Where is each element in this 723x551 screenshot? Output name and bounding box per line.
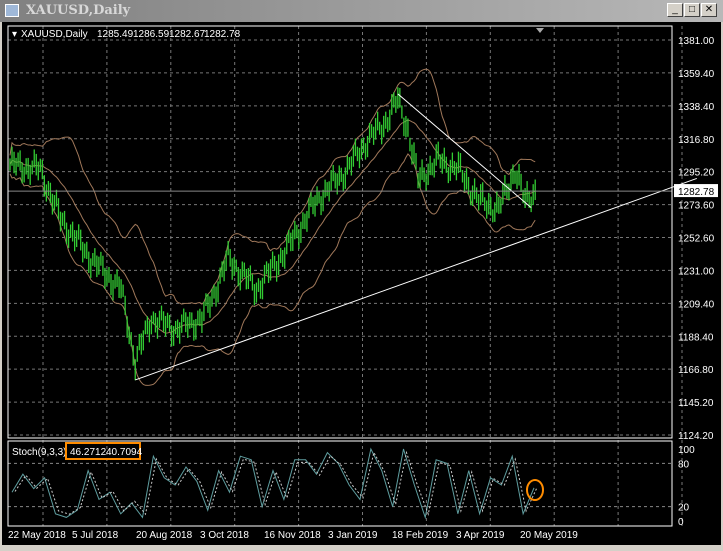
maximize-button[interactable]: □ xyxy=(684,3,700,17)
date-tick-label: 3 Jan 2019 xyxy=(328,530,378,541)
current-price-label: 1282.78 xyxy=(678,187,715,198)
price-tick-label: 1316.80 xyxy=(678,135,715,146)
price-tick-label: 1381.00 xyxy=(678,36,715,47)
stoch-level-label: 80 xyxy=(678,459,690,470)
chart-area[interactable]: 1381.00 1359.40 1338.40 1316.80 1295.20 1273.… xyxy=(2,22,721,545)
close-button[interactable]: ✕ xyxy=(701,3,717,17)
minimize-button[interactable]: _ xyxy=(667,3,683,17)
window-title-bar[interactable]: XAUUSD,Daily _ □ ✕ xyxy=(0,0,723,22)
highlight-circle xyxy=(526,479,544,501)
date-tick-label: 18 Feb 2019 xyxy=(392,530,449,541)
stoch-level-label: 100 xyxy=(678,445,695,456)
stoch-level-label: 0 xyxy=(678,517,684,528)
bollinger-band xyxy=(9,119,536,334)
ohlc-high: 1286.59 xyxy=(133,29,170,40)
shift-marker-icon[interactable] xyxy=(536,28,544,33)
stoch-main-value: 46.2712 xyxy=(70,447,107,458)
date-tick-label: 3 Apr 2019 xyxy=(456,530,505,541)
price-tick-label: 1209.40 xyxy=(678,299,715,310)
symbol-label: XAUUSD,Daily xyxy=(21,29,88,40)
price-tick-label: 1166.80 xyxy=(678,365,714,376)
main-pane-border xyxy=(7,25,673,439)
price-tick-label: 1338.40 xyxy=(678,102,715,113)
window-title: XAUUSD,Daily xyxy=(26,3,131,18)
date-tick-label: 22 May 2018 xyxy=(8,530,66,541)
price-tick-label: 1124.20 xyxy=(678,431,714,442)
date-tick-label: 20 May 2019 xyxy=(520,530,578,541)
price-tick-label: 1145.20 xyxy=(678,398,714,409)
ohlc-close: 1282.78 xyxy=(204,29,241,40)
date-tick-label: 16 Nov 2018 xyxy=(264,530,321,541)
stoch-label: Stoch(9,3,3) xyxy=(12,447,66,458)
date-tick-label: 20 Aug 2018 xyxy=(136,530,193,541)
price-tick-label: 1231.00 xyxy=(678,266,715,277)
price-tick-label: 1273.60 xyxy=(678,201,715,212)
price-tick-label: 1295.20 xyxy=(678,168,715,179)
ohlc-open: 1285.49 xyxy=(97,29,134,40)
price-tick-label: 1188.40 xyxy=(678,332,714,343)
chart-window-icon xyxy=(5,4,19,17)
price-tick-label: 1359.40 xyxy=(678,69,715,80)
stoch-signal-value: 40.7094 xyxy=(106,447,143,458)
price-tick-label: 1252.60 xyxy=(678,234,715,245)
triangle-down-icon[interactable]: ▾ xyxy=(12,29,17,40)
date-tick-label: 3 Oct 2018 xyxy=(200,530,249,541)
date-tick-label: 5 Jul 2018 xyxy=(72,530,119,541)
price-chart[interactable]: 1381.00 1359.40 1338.40 1316.80 1295.20 1273.… xyxy=(2,22,721,545)
stoch-level-label: 20 xyxy=(678,503,690,514)
ohlc-low: 1282.67 xyxy=(169,29,206,40)
